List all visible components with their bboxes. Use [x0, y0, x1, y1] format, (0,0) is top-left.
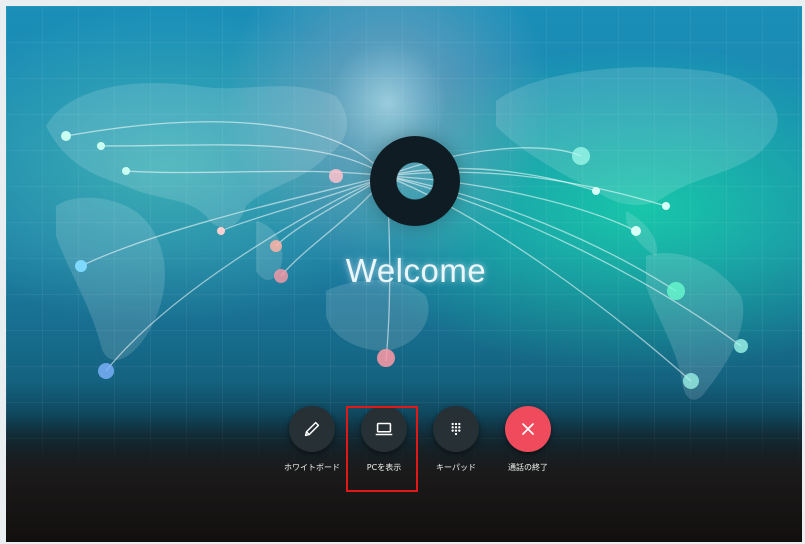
world-map-background: Welcome ホワイトボード PCを表示 キーパッド 通話の終了	[6, 6, 802, 542]
app-logo	[370, 136, 460, 226]
whiteboard-control[interactable]: ホワイトボード	[276, 406, 348, 473]
end-call-control[interactable]: 通話の終了	[492, 406, 564, 473]
call-controls: ホワイトボード PCを表示 キーパッド 通話の終了	[276, 406, 566, 486]
keypad-button[interactable]	[433, 406, 479, 452]
end-call-label: 通話の終了	[508, 463, 548, 472]
keypad-control[interactable]: キーパッド	[420, 406, 492, 473]
whiteboard-button[interactable]	[289, 406, 335, 452]
welcome-text: Welcome	[345, 252, 487, 289]
keypad-label: キーパッド	[436, 463, 476, 472]
whiteboard-label: ホワイトボード	[284, 463, 340, 472]
keypad-icon	[451, 422, 461, 436]
end-call-button[interactable]	[505, 406, 551, 452]
highlight-box	[346, 406, 418, 492]
pencil-icon	[304, 421, 320, 437]
device-screen: Welcome ホワイトボード PCを表示 キーパッド 通話の終了	[6, 6, 802, 542]
close-icon	[522, 423, 534, 435]
